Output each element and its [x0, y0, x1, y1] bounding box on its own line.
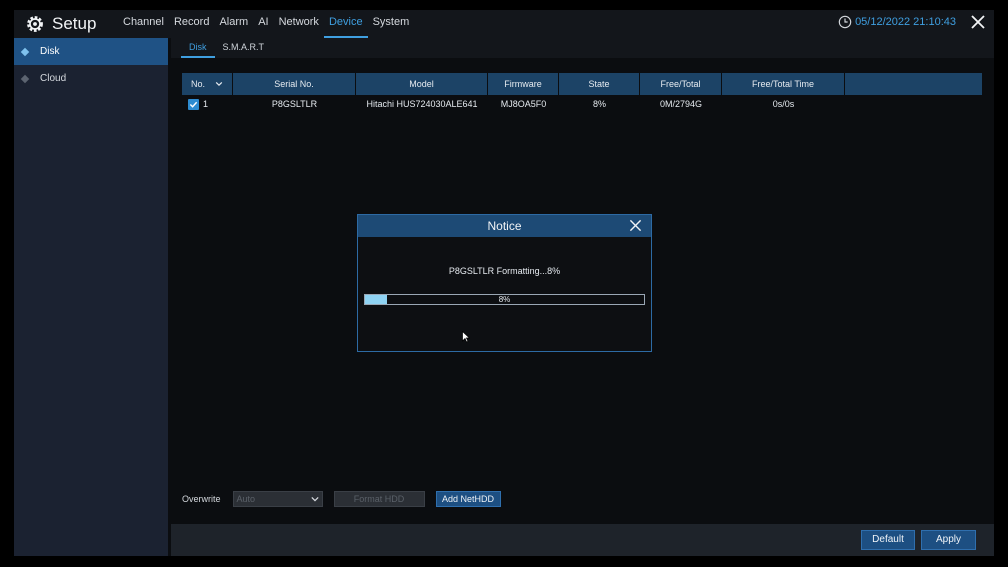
mouse-cursor-icon — [462, 331, 470, 343]
default-button[interactable]: Default — [861, 530, 915, 550]
nav-channel[interactable]: Channel — [118, 10, 169, 38]
apply-button[interactable]: Apply — [921, 530, 976, 550]
gear-icon — [27, 16, 43, 32]
column-header-label: No. — [190, 79, 205, 89]
chevron-down-icon — [215, 81, 223, 87]
app-logo: Setup — [25, 12, 96, 36]
datetime-text: 05/12/2022 21:10:43 — [855, 16, 956, 28]
disk-table-header: No. Serial No. Model Firmware State Free… — [182, 73, 982, 95]
progress-percent: 8% — [498, 295, 511, 304]
format-progress-bar: 8% — [364, 294, 645, 305]
column-header-model: Model — [356, 73, 488, 95]
cell-model: Hitachi HUS724030ALE641 — [366, 99, 478, 109]
column-header-blank — [845, 73, 982, 95]
footer-bar: Default Apply — [171, 524, 994, 556]
overwrite-label: Overwrite — [182, 494, 221, 504]
top-bar: Setup Channel Record Alarm AI Network De… — [14, 10, 994, 38]
cell-serial: P8GSLTLR — [271, 99, 318, 109]
column-header-free-total: Free/Total — [640, 73, 722, 95]
column-header-serial: Serial No. — [233, 73, 356, 95]
datetime-display: 05/12/2022 21:10:43 — [838, 10, 956, 34]
clock-icon — [838, 15, 852, 29]
nav-device[interactable]: Device — [323, 10, 368, 38]
cell-free-total-time: 0s/0s — [772, 99, 795, 109]
disk-controls: Overwrite Auto Format HDD Add NetHDD — [182, 491, 501, 507]
sidebar: Disk Cloud — [14, 38, 168, 556]
nav-network[interactable]: Network — [274, 10, 324, 38]
diamond-bullet-icon — [20, 47, 30, 56]
format-hdd-button[interactable]: Format HDD — [333, 491, 425, 507]
dialog-title: Notice — [487, 219, 522, 233]
diamond-bullet-icon — [20, 74, 30, 83]
table-row[interactable]: 1 P8GSLTLR Hitachi HUS724030ALE641 MJ8OA… — [182, 96, 982, 113]
cell-no: 1 — [182, 96, 233, 113]
notice-dialog: Notice P8GSLTLR Formatting...8% 8% — [357, 214, 652, 352]
add-nethdd-button[interactable]: Add NetHDD — [435, 491, 501, 507]
column-header-free-total-time: Free/Total Time — [722, 73, 845, 95]
column-header-state: State — [559, 73, 640, 95]
top-nav: Channel Record Alarm AI Network Device S… — [118, 10, 414, 38]
cell-no-text: 1 — [203, 99, 209, 109]
cell-firmware: MJ8OA5F0 — [500, 99, 547, 109]
overwrite-select[interactable]: Auto — [232, 491, 323, 507]
sidebar-item-cloud[interactable]: Cloud — [14, 65, 168, 92]
nav-alarm[interactable]: Alarm — [214, 10, 253, 38]
checkmark-icon — [189, 101, 198, 108]
cell-free-total: 0M/2794G — [659, 99, 703, 109]
formatting-message: P8GSLTLR Formatting...8% — [448, 266, 561, 276]
close-icon[interactable] — [629, 219, 642, 232]
overwrite-select-value: Auto — [236, 494, 256, 504]
sidebar-item-disk[interactable]: Disk — [14, 38, 168, 65]
row-checkbox[interactable] — [188, 99, 199, 110]
close-icon[interactable] — [970, 14, 986, 30]
nav-system[interactable]: System — [368, 10, 415, 38]
column-header-no[interactable]: No. — [182, 73, 233, 95]
sidebar-item-label: Cloud — [40, 73, 67, 84]
tab-smart[interactable]: S.M.A.R.T — [215, 38, 273, 58]
app-title: Setup — [52, 14, 97, 33]
cell-state: 8% — [592, 99, 606, 109]
nav-ai[interactable]: AI — [253, 10, 273, 38]
dialog-title-bar: Notice — [358, 215, 651, 237]
column-header-firmware: Firmware — [488, 73, 559, 95]
sidebar-item-label: Disk — [40, 46, 60, 57]
tab-disk[interactable]: Disk — [181, 38, 215, 58]
sub-tabs: Disk S.M.A.R.T — [171, 38, 994, 58]
chevron-down-icon — [310, 496, 319, 502]
nav-record[interactable]: Record — [169, 10, 214, 38]
